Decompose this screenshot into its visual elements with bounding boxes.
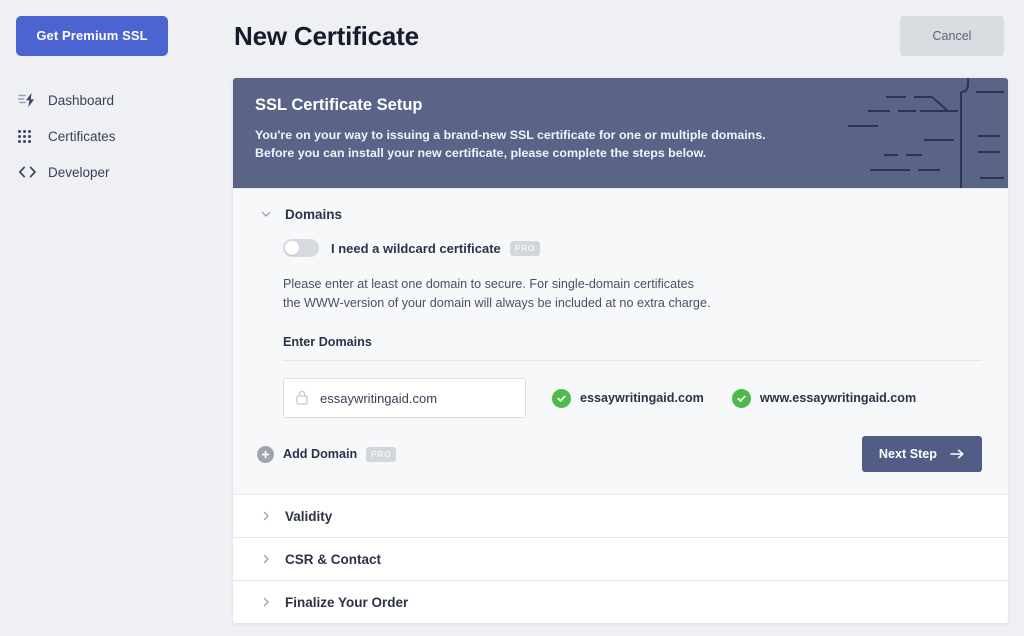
banner-description-line-1: You're on your way to issuing a brand-ne… <box>255 128 766 142</box>
sidebar-nav: Dashboard Certificates Developer <box>0 82 210 190</box>
cancel-button[interactable]: Cancel <box>900 16 1004 56</box>
add-domain-label: Add Domain <box>283 447 358 461</box>
sidebar-item-label: Dashboard <box>48 92 115 108</box>
wildcard-toggle[interactable] <box>283 239 319 257</box>
add-domain-button[interactable]: Add Domain PRO <box>257 445 397 463</box>
sidebar-item-label: Developer <box>48 164 110 180</box>
section-csr-contact-header[interactable]: CSR & Contact <box>233 538 1008 580</box>
check-circle-icon <box>731 388 751 408</box>
get-premium-ssl-button[interactable]: Get Premium SSL <box>16 16 168 56</box>
sidebar-item-label: Certificates <box>48 128 116 144</box>
arrow-right-icon <box>950 448 965 460</box>
topbar: New Certificate Cancel <box>210 0 1024 72</box>
certificate-setup-card: SSL Certificate Setup You're on your way… <box>233 78 1008 623</box>
section-finalize-order-header[interactable]: Finalize Your Order <box>233 581 1008 623</box>
page-title: New Certificate <box>234 20 419 51</box>
chevron-right-icon <box>257 510 275 522</box>
code-brackets-icon <box>18 165 40 179</box>
section-validity: Validity <box>233 494 1008 537</box>
section-finalize-order: Finalize Your Order <box>233 580 1008 623</box>
sidebar-item-dashboard[interactable]: Dashboard <box>0 82 210 118</box>
section-title: Finalize Your Order <box>285 594 409 610</box>
chevron-down-icon <box>257 208 275 220</box>
next-step-button[interactable]: Next Step <box>861 436 982 472</box>
domain-actions-row: Add Domain PRO Next Step <box>257 436 982 472</box>
sidebar-item-developer[interactable]: Developer <box>0 154 210 190</box>
chevron-right-icon <box>257 596 275 608</box>
domain-input[interactable] <box>283 378 526 418</box>
section-domains-body: I need a wildcard certificate PRO Please… <box>233 239 1008 472</box>
wildcard-toggle-row: I need a wildcard certificate PRO <box>283 239 982 257</box>
section-validity-header[interactable]: Validity <box>233 495 1008 537</box>
plus-circle-icon <box>257 445 274 463</box>
app-root: Get Premium SSL Dashboard Certificates D… <box>0 0 1024 636</box>
grid-dots-icon <box>18 129 40 143</box>
help-line-2: the WWW-version of your domain will alwa… <box>283 296 711 310</box>
check-circle-icon <box>552 388 571 408</box>
verified-domain-name: essaywritingaid.com <box>580 391 704 405</box>
setup-banner: SSL Certificate Setup You're on your way… <box>233 78 1008 188</box>
next-step-label: Next Step <box>878 447 937 461</box>
enter-domains-label: Enter Domains <box>283 335 982 361</box>
sidebar-item-certificates[interactable]: Certificates <box>0 118 210 154</box>
banner-title: SSL Certificate Setup <box>255 96 423 114</box>
domain-entry-row: essaywritingaid.com www.essaywritingaid.… <box>283 378 982 418</box>
chevron-right-icon <box>257 553 275 565</box>
pro-badge: PRO <box>366 446 397 462</box>
pro-badge: PRO <box>509 240 540 256</box>
verified-domain: www.essaywritingaid.com <box>731 388 917 408</box>
section-csr-contact: CSR & Contact <box>233 537 1008 580</box>
verified-domain-name: www.essaywritingaid.com <box>759 391 917 405</box>
wildcard-toggle-label: I need a wildcard certificate <box>331 240 501 256</box>
section-domains: Domains I need a wildcard certificate PR… <box>233 188 1008 494</box>
lightning-bolt-icon <box>18 92 40 108</box>
section-title: Domains <box>285 206 343 222</box>
domain-input-wrap <box>283 378 526 418</box>
help-line-1: Please enter at least one domain to secu… <box>283 277 694 291</box>
section-title: Validity <box>285 508 333 524</box>
section-title: CSR & Contact <box>285 551 382 567</box>
verified-domain: essaywritingaid.com <box>552 388 704 408</box>
section-domains-header[interactable]: Domains <box>233 189 1008 235</box>
banner-description-line-2: Before you can install your new certific… <box>255 146 707 160</box>
sidebar: Get Premium SSL Dashboard Certificates D… <box>0 0 210 636</box>
domains-help-text: Please enter at least one domain to secu… <box>283 275 982 313</box>
